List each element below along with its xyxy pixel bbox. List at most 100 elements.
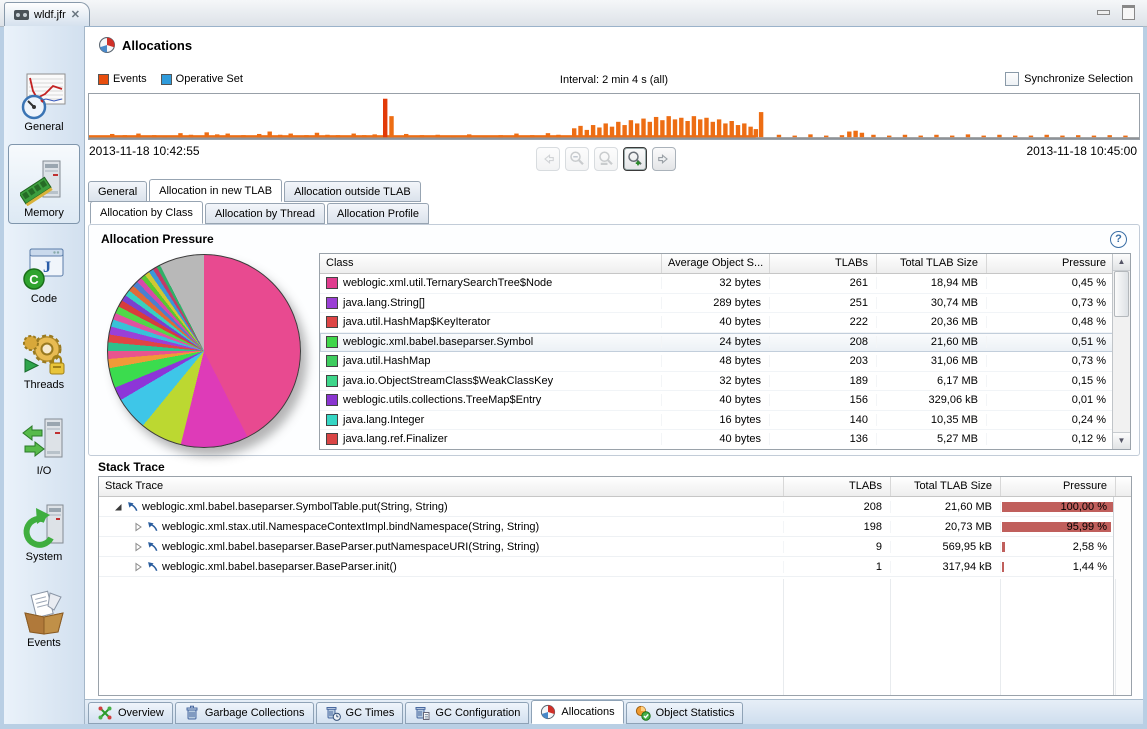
help-icon[interactable]: ?: [1110, 231, 1127, 248]
stack-frame-method: weblogic.xml.babel.baseparser.BaseParser…: [162, 540, 540, 553]
zoom-in-button[interactable]: [623, 147, 647, 171]
pressure-cell: 1,44 %: [1001, 560, 1116, 573]
class-table-row[interactable]: java.io.ObjectStreamClass$WeakClassKey 32…: [320, 372, 1130, 391]
class-table-row[interactable]: java.util.HashMap 48 bytes 203 31,06 MB 0,73…: [320, 352, 1130, 372]
tree-collapsed-icon[interactable]: [133, 542, 143, 552]
class-table-row[interactable]: java.lang.Integer 16 bytes 140 10,35 MB 0,24…: [320, 411, 1130, 430]
sidebar: General Memory J C Code Threads I/O System Event…: [4, 26, 85, 724]
scrollbar-thumb[interactable]: [1114, 271, 1129, 317]
class-table-row[interactable]: weblogic.xml.babel.baseparser.Symbol 24 b…: [320, 332, 1130, 352]
nav-back-button[interactable]: [536, 147, 560, 171]
sidebar-item-io[interactable]: I/O: [8, 402, 80, 482]
editor-tab-wldf[interactable]: wldf.jfr ✕: [4, 2, 90, 26]
bottom-tab-bar: Overview Garbage Collections GC Times GC Co…: [85, 699, 1143, 724]
class-table-row[interactable]: weblogic.xml.util.TernarySearchTree$Node…: [320, 274, 1130, 294]
column-header-class[interactable]: Class: [320, 254, 662, 273]
stack-frame-cell: weblogic.xml.babel.baseparser.BaseParser…: [99, 560, 784, 573]
maximize-icon[interactable]: [1122, 5, 1135, 20]
sidebar-item-system[interactable]: System: [8, 488, 80, 568]
tab-allocation-in-new-tlab[interactable]: Allocation in new TLAB: [149, 179, 283, 202]
view-tab-gc-times[interactable]: GC Times: [315, 702, 404, 724]
nav-forward-button[interactable]: [652, 147, 676, 171]
vertical-scrollbar[interactable]: ▲ ▼: [1112, 254, 1130, 449]
avg-object-size-cell: 32 bytes: [662, 374, 770, 387]
view-tab-overview[interactable]: Overview: [88, 702, 173, 724]
pressure-bar: [1002, 561, 1004, 572]
sidebar-item-threads[interactable]: Threads: [8, 316, 80, 396]
editor-tab-bar: wldf.jfr ✕: [0, 0, 1147, 27]
scroll-up-icon[interactable]: ▲: [1113, 254, 1130, 271]
zoom-range-icon: [599, 151, 613, 166]
class-table-row[interactable]: java.util.HashMap$KeyIterator 40 bytes 222…: [320, 313, 1130, 333]
arrow-right-icon: [658, 154, 668, 164]
event-timeline-chart[interactable]: [88, 93, 1140, 140]
column-header-total-tlab-size[interactable]: Total TLAB Size: [877, 254, 987, 273]
tree-expanded-icon[interactable]: [113, 502, 123, 512]
synchronize-selection-checkbox[interactable]: [1005, 72, 1020, 86]
column-header-pressure[interactable]: Pressure: [1001, 477, 1116, 496]
pressure-bar: [1002, 541, 1005, 552]
stack-frame-cell: weblogic.xml.babel.baseparser.BaseParser…: [99, 540, 784, 553]
view-controls: [1097, 5, 1135, 20]
stack-frame-arrow-icon: [147, 541, 158, 552]
column-header-average-object-s-[interactable]: Average Object S...: [662, 254, 770, 273]
column-header-tlabs[interactable]: TLABs: [770, 254, 877, 273]
stack-frame-method: weblogic.xml.babel.baseparser.SymbolTabl…: [142, 500, 448, 513]
total-tlab-size-cell: 5,27 MB: [877, 433, 987, 446]
view-tab-label: GC Times: [345, 707, 395, 719]
class-table-row[interactable]: java.lang.String[] 289 bytes 251 30,74 MB 0,…: [320, 294, 1130, 313]
sidebar-item-label: System: [25, 551, 63, 563]
view-tab-object-statistics[interactable]: Object Statistics: [625, 702, 744, 724]
pressure-value: 1,44 %: [1072, 560, 1107, 573]
sidebar-item-events[interactable]: Events: [8, 574, 80, 654]
sidebar-item-label: Events: [27, 637, 61, 649]
column-header-tlabs[interactable]: TLABs: [784, 477, 891, 496]
avg-object-size-cell: 48 bytes: [662, 355, 770, 368]
zoom-range-button[interactable]: [594, 147, 618, 171]
sidebar-item-general[interactable]: General: [8, 58, 80, 138]
allocation-pressure-title: Allocation Pressure: [101, 232, 214, 246]
tab-allocation-profile[interactable]: Allocation Profile: [327, 203, 429, 224]
class-table-row[interactable]: weblogic.utils.collections.TreeMap$Entry…: [320, 391, 1130, 411]
system-icon: [20, 502, 68, 550]
pressure-cell: 0,15 %: [987, 374, 1115, 387]
pressure-cell: 0,48 %: [987, 316, 1115, 329]
stack-trace-row[interactable]: weblogic.xml.babel.baseparser.BaseParser…: [99, 537, 1131, 557]
tree-collapsed-icon[interactable]: [133, 522, 143, 532]
column-header-stack-trace[interactable]: Stack Trace: [99, 477, 784, 496]
view-tab-allocations[interactable]: Allocations: [531, 700, 624, 724]
total-tlab-size-cell: 329,06 kB: [877, 394, 987, 407]
stack-trace-row[interactable]: weblogic.xml.babel.baseparser.BaseParser…: [99, 557, 1131, 577]
tab-general[interactable]: General: [88, 181, 148, 202]
interval-label: Interval: 2 min 4 s (all): [559, 74, 669, 86]
sidebar-item-memory[interactable]: Memory: [8, 144, 80, 224]
stack-trace-row[interactable]: weblogic.xml.babel.baseparser.SymbolTabl…: [99, 497, 1131, 517]
tab-allocation-by-thread[interactable]: Allocation by Thread: [204, 203, 326, 224]
class-table-row[interactable]: java.lang.ref.Finalizer 40 bytes 136 5,27 M…: [320, 430, 1130, 449]
minimize-icon[interactable]: [1097, 10, 1110, 15]
view-tab-label: GC Configuration: [435, 707, 521, 719]
pressure-value: 95,99 %: [1066, 520, 1107, 533]
column-header-pressure[interactable]: Pressure: [987, 254, 1115, 273]
stack-frame-method: weblogic.xml.stax.util.NamespaceContextI…: [162, 520, 540, 533]
zoom-out-button[interactable]: [565, 147, 589, 171]
allocation-pressure-pie-chart[interactable]: [107, 254, 301, 448]
scroll-down-icon[interactable]: ▼: [1113, 432, 1130, 449]
tlabs-cell: 189: [770, 374, 877, 387]
stack-trace-title: Stack Trace: [98, 460, 165, 474]
close-icon[interactable]: ✕: [71, 8, 80, 21]
pressure-cell: 0,12 %: [987, 433, 1115, 446]
column-header-total-tlab-size[interactable]: Total TLAB Size: [891, 477, 1001, 496]
stack-trace-row[interactable]: weblogic.xml.stax.util.NamespaceContextI…: [99, 517, 1131, 537]
class-cell: java.io.ObjectStreamClass$WeakClassKey: [320, 374, 662, 387]
tree-collapsed-icon[interactable]: [133, 562, 143, 572]
class-table-row[interactable]: [320, 450, 1130, 451]
view-tab-garbage-collections[interactable]: Garbage Collections: [174, 702, 314, 724]
class-name: java.util.HashMap: [343, 355, 431, 368]
sidebar-item-code[interactable]: J C Code: [8, 230, 80, 310]
timeline-nav-buttons: [536, 147, 676, 171]
tab-allocation-outside-tlab[interactable]: Allocation outside TLAB: [284, 181, 421, 202]
tab-allocation-by-class[interactable]: Allocation by Class: [90, 201, 203, 224]
sidebar-item-label: Memory: [24, 207, 64, 219]
view-tab-gc-configuration[interactable]: GC Configuration: [405, 702, 530, 724]
